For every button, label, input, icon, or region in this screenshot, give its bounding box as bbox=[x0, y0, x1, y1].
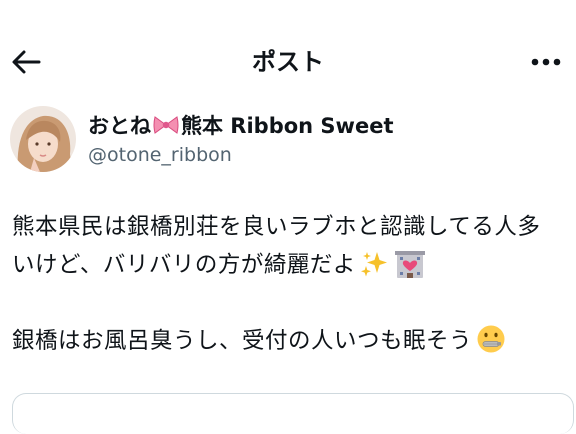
avatar-photo bbox=[10, 106, 76, 172]
page-title: ポスト bbox=[252, 48, 324, 76]
author-name-suffix: 熊本 Ribbon Sweet bbox=[181, 114, 394, 138]
author-name[interactable]: おとね 熊本 Ribbon Sweet bbox=[88, 112, 393, 140]
post-line-3: 銀橋はお風呂臭うし、受付の人いつも眠そう bbox=[12, 322, 572, 360]
post-author: おとね 熊本 Ribbon Sweet @otone_ribbon bbox=[10, 106, 550, 174]
author-name-prefix: おとね bbox=[88, 114, 151, 138]
zipper-mouth-face-emoji bbox=[477, 325, 505, 353]
post-line-2: いけど、バリバリの方が綺麗だよ bbox=[12, 246, 572, 284]
top-bar: ポスト bbox=[0, 38, 576, 86]
more-options-button[interactable] bbox=[528, 46, 564, 78]
quoted-card-edge[interactable] bbox=[12, 393, 574, 434]
post-line-1: 熊本県民は銀橋別荘を良いラブホと認識してる人多 bbox=[12, 214, 541, 240]
post-text: 熊本県民は銀橋別荘を良いラブホと認識してる人多 いけど、バリバリの方が綺麗だよ … bbox=[12, 208, 572, 360]
avatar[interactable] bbox=[10, 106, 76, 172]
sparkles-emoji bbox=[360, 252, 387, 277]
post-line-2-text: いけど、バリバリの方が綺麗だよ bbox=[12, 252, 356, 278]
love-hotel-emoji bbox=[394, 251, 425, 278]
post-line-3-text: 銀橋はお風呂臭うし、受付の人いつも眠そう bbox=[12, 328, 473, 354]
author-handle[interactable]: @otone_ribbon bbox=[88, 142, 232, 168]
ribbon-emoji bbox=[153, 116, 179, 134]
more-horizontal-icon bbox=[531, 58, 561, 66]
